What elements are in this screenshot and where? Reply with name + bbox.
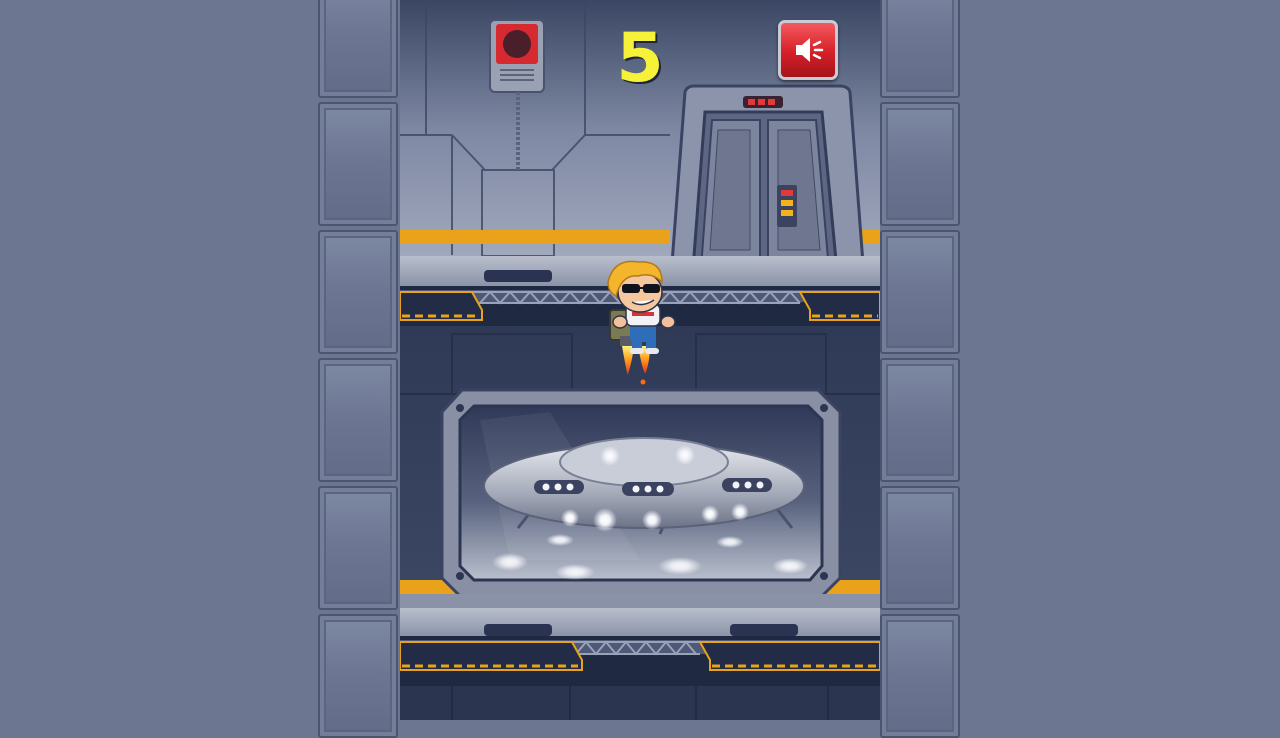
wall-tile: [318, 102, 398, 226]
wall-tile: [880, 102, 960, 226]
game-canvas[interactable]: 5: [400, 0, 880, 720]
game-scene: [400, 0, 880, 720]
wall-tile: [318, 358, 398, 482]
wall-tile: [318, 230, 398, 354]
wall-tile: [880, 0, 960, 98]
wall-tile: [880, 230, 960, 354]
sound-toggle-button[interactable]: [778, 20, 838, 80]
wall-tile: [880, 486, 960, 610]
left-side-panel: [318, 0, 398, 738]
wall-tile: [880, 614, 960, 738]
hangar-window: [440, 388, 842, 600]
wall-tile: [318, 486, 398, 610]
speaker-icon: [796, 38, 824, 62]
wall-tile: [318, 0, 398, 98]
right-side-panel: [880, 0, 960, 738]
wall-tile: [880, 358, 960, 482]
wall-tile: [318, 614, 398, 738]
